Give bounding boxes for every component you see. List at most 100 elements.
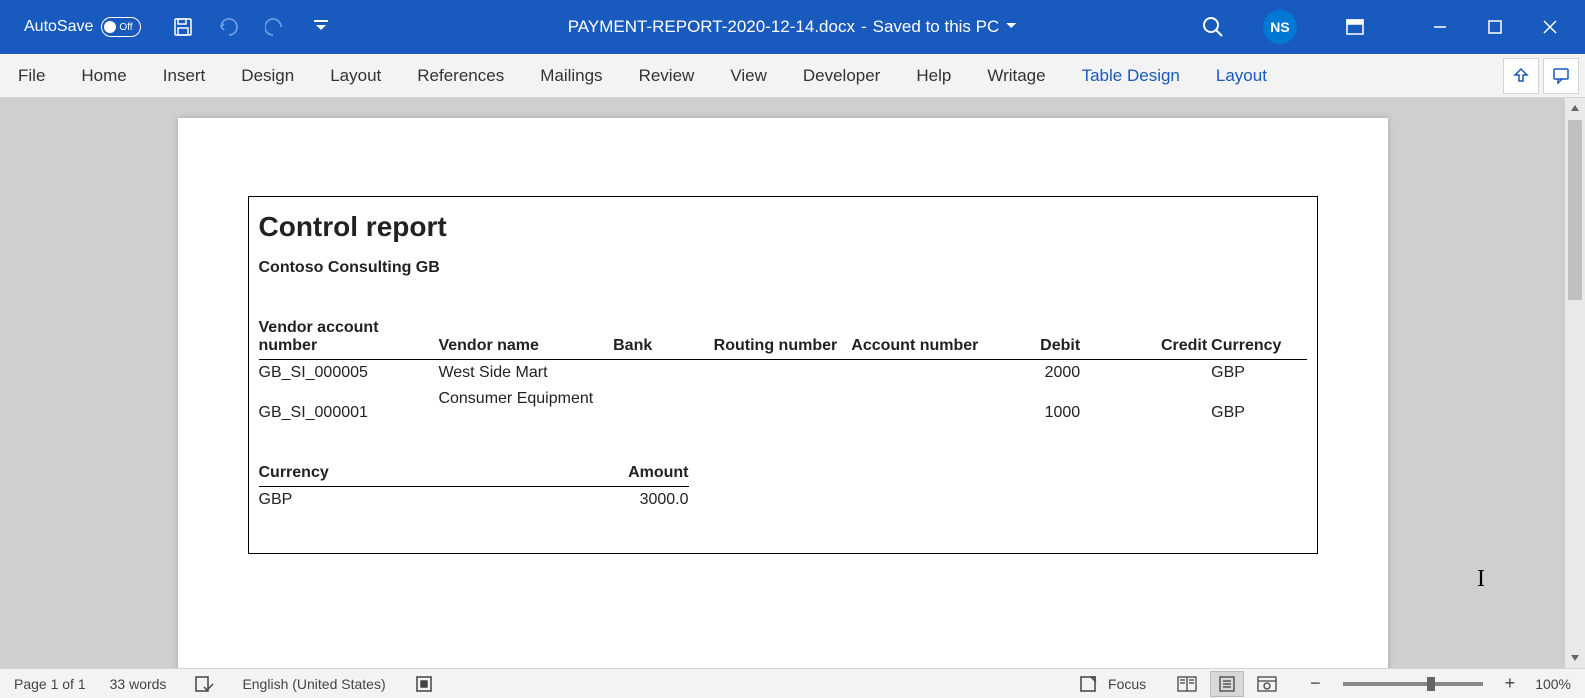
document-area: Control report Contoso Consulting GB Ven… <box>0 98 1565 668</box>
cell-credit <box>1084 386 1211 426</box>
cell-account <box>851 360 989 387</box>
tab-references[interactable]: References <box>399 54 522 97</box>
cell-credit <box>1084 360 1211 387</box>
chevron-down-icon[interactable] <box>1005 17 1017 37</box>
title-bar: AutoSave Off PAYMENT-REPORT-2020-12-14.d… <box>0 0 1585 54</box>
col-bank: Bank <box>613 317 714 360</box>
document-title: PAYMENT-REPORT-2020-12-14.docx - Saved t… <box>568 17 1018 37</box>
zoom-in-button[interactable]: + <box>1499 673 1522 694</box>
ribbon-tabs: File Home Insert Design Layout Reference… <box>0 54 1585 98</box>
quick-access-toolbar <box>169 13 335 41</box>
tab-home[interactable]: Home <box>63 54 144 97</box>
col-account: Account number <box>851 317 989 360</box>
tab-table-design[interactable]: Table Design <box>1064 54 1198 97</box>
toggle-knob <box>104 21 116 33</box>
summary-row: GBP 3000.0 <box>259 487 689 514</box>
report-title: Control report <box>259 211 1307 243</box>
zoom-slider[interactable] <box>1343 682 1483 686</box>
customize-qat-button[interactable] <box>307 13 335 41</box>
scroll-thumb[interactable] <box>1568 120 1582 300</box>
maximize-button[interactable] <box>1467 7 1522 47</box>
scroll-up-button[interactable] <box>1565 98 1585 118</box>
tab-help[interactable]: Help <box>898 54 969 97</box>
cell-currency: GBP <box>259 487 599 514</box>
status-words[interactable]: 33 words <box>110 676 167 692</box>
save-status[interactable]: Saved to this PC <box>873 17 1000 37</box>
summary-table: Currency Amount GBP 3000.0 <box>259 462 689 513</box>
status-focus[interactable]: Focus <box>1108 676 1146 692</box>
tab-table-layout[interactable]: Layout <box>1198 54 1285 97</box>
autosave-control[interactable]: AutoSave Off <box>0 17 141 37</box>
read-mode-button[interactable] <box>1170 671 1204 697</box>
undo-button[interactable] <box>215 13 243 41</box>
col-debit: Debit <box>989 317 1084 360</box>
report-box: Control report Contoso Consulting GB Ven… <box>248 196 1318 554</box>
focus-icon[interactable] <box>1074 670 1102 698</box>
table-header-row: Vendor account number Vendor name Bank R… <box>259 317 1307 360</box>
col-amount: Amount <box>599 462 689 487</box>
cell-account <box>851 386 989 426</box>
status-bar: Page 1 of 1 33 words English (United Sta… <box>0 668 1585 698</box>
cell-vendor-name: Consumer Equipment <box>438 386 613 426</box>
user-initials: NS <box>1270 19 1289 35</box>
col-routing: Routing number <box>714 317 852 360</box>
cell-vendor-name: West Side Mart <box>438 360 613 387</box>
autosave-state: Off <box>119 22 132 33</box>
macro-icon[interactable] <box>410 670 438 698</box>
tab-design[interactable]: Design <box>223 54 312 97</box>
cell-routing <box>714 386 852 426</box>
comments-button[interactable] <box>1543 58 1579 94</box>
tab-review[interactable]: Review <box>621 54 713 97</box>
cell-currency: GBP <box>1211 386 1306 426</box>
page[interactable]: Control report Contoso Consulting GB Ven… <box>178 118 1388 668</box>
autosave-toggle[interactable]: Off <box>101 17 141 37</box>
minimize-button[interactable] <box>1412 7 1467 47</box>
cell-routing <box>714 360 852 387</box>
print-layout-button[interactable] <box>1210 671 1244 697</box>
status-language[interactable]: English (United States) <box>242 676 385 692</box>
col-currency: Currency <box>1211 317 1306 360</box>
tab-mailings[interactable]: Mailings <box>522 54 620 97</box>
vertical-scrollbar[interactable] <box>1565 98 1585 668</box>
web-layout-button[interactable] <box>1250 671 1284 697</box>
col-credit: Credit <box>1084 317 1211 360</box>
col-currency: Currency <box>259 462 599 487</box>
autosave-label: AutoSave <box>24 18 93 36</box>
col-vendor-account: Vendor account number <box>259 317 439 360</box>
summary-header-row: Currency Amount <box>259 462 689 487</box>
redo-button[interactable] <box>261 13 289 41</box>
cell-vendor-account: GB_SI_000001 <box>259 386 439 426</box>
close-button[interactable] <box>1522 7 1577 47</box>
cell-currency: GBP <box>1211 360 1306 387</box>
tab-layout[interactable]: Layout <box>312 54 399 97</box>
table-row: GB_SI_000005 West Side Mart 2000 GBP <box>259 360 1307 387</box>
ribbon-display-button[interactable] <box>1327 7 1382 47</box>
user-avatar[interactable]: NS <box>1263 10 1297 44</box>
tab-writage[interactable]: Writage <box>969 54 1063 97</box>
col-vendor-name: Vendor name <box>438 317 613 360</box>
cell-bank <box>613 360 714 387</box>
tab-file[interactable]: File <box>0 54 63 97</box>
share-button[interactable] <box>1503 58 1539 94</box>
cell-debit: 2000 <box>989 360 1084 387</box>
spellcheck-icon[interactable] <box>190 670 218 698</box>
text-cursor-icon: I <box>1477 566 1485 593</box>
save-button[interactable] <box>169 13 197 41</box>
filename: PAYMENT-REPORT-2020-12-14.docx <box>568 17 855 37</box>
scroll-down-button[interactable] <box>1565 648 1585 668</box>
report-subtitle: Contoso Consulting GB <box>259 259 1307 277</box>
cell-amount: 3000.0 <box>599 487 689 514</box>
search-button[interactable] <box>1193 7 1233 47</box>
vendor-table: Vendor account number Vendor name Bank R… <box>259 317 1307 426</box>
cell-debit: 1000 <box>989 386 1084 426</box>
cell-bank <box>613 386 714 426</box>
tab-insert[interactable]: Insert <box>145 54 224 97</box>
tab-view[interactable]: View <box>712 54 785 97</box>
zoom-level[interactable]: 100% <box>1535 676 1571 692</box>
table-row: GB_SI_000001 Consumer Equipment 1000 GBP <box>259 386 1307 426</box>
zoom-slider-knob[interactable] <box>1427 677 1435 691</box>
zoom-out-button[interactable]: − <box>1304 673 1327 694</box>
tab-developer[interactable]: Developer <box>785 54 899 97</box>
cell-vendor-account: GB_SI_000005 <box>259 360 439 387</box>
status-page[interactable]: Page 1 of 1 <box>14 676 86 692</box>
